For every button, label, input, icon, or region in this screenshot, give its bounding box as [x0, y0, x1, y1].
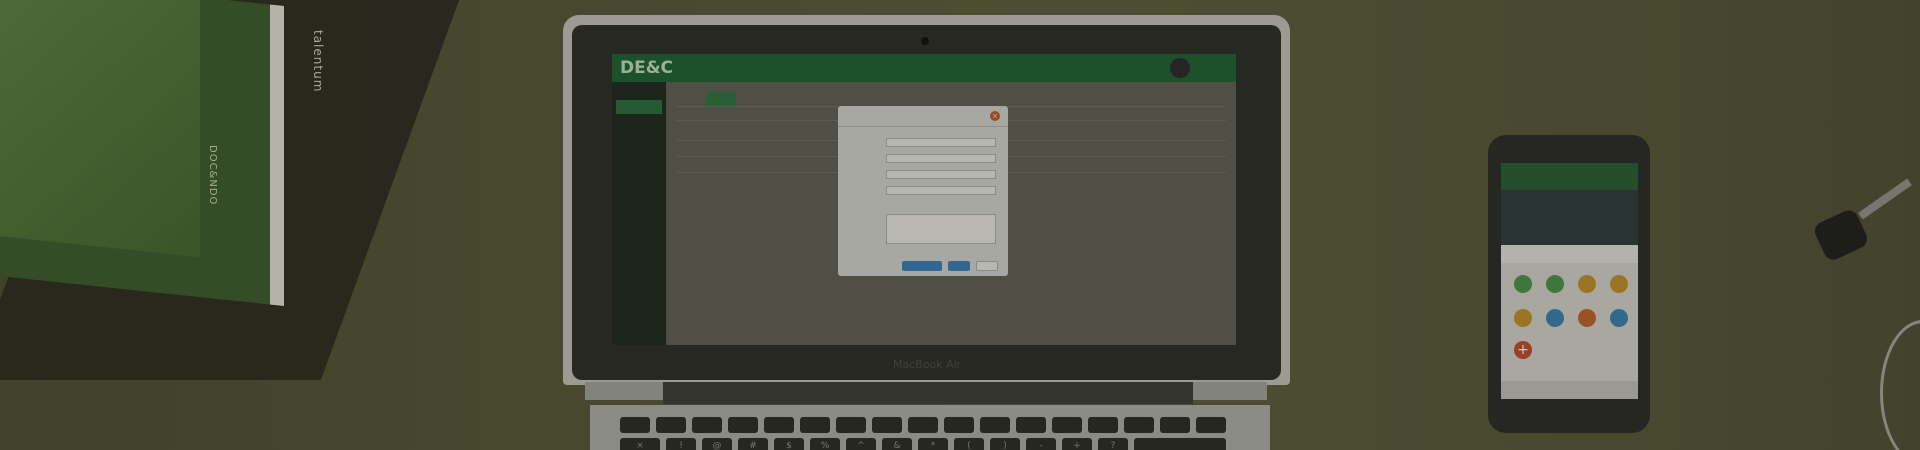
remark-textarea[interactable] [886, 214, 996, 244]
app-icon[interactable] [1546, 275, 1564, 293]
phone-topbar [1501, 163, 1638, 190]
key: ( [954, 438, 984, 450]
key: @ [702, 438, 732, 450]
input-field[interactable] [886, 154, 996, 163]
key: × [620, 438, 660, 450]
scene: talentum DOC&NDO DE&C × MacBook Air × ! … [0, 0, 1920, 450]
laptop-hinge-dark [663, 382, 1193, 404]
key: & [882, 438, 912, 450]
key [1088, 417, 1118, 433]
add-icon[interactable]: + [1514, 341, 1532, 359]
laptop-keyboard: × ! @ # $ % ^ & * ( ) - + ? [590, 405, 1270, 450]
key [620, 417, 650, 433]
app-logo: DE&C [620, 58, 674, 78]
key: % [810, 438, 840, 450]
key [692, 417, 722, 433]
key: ) [990, 438, 1020, 450]
key-blade [1858, 178, 1912, 220]
select-field[interactable] [886, 138, 996, 147]
avatar [1170, 58, 1190, 78]
key [1134, 438, 1226, 450]
app-icon[interactable] [1514, 309, 1532, 327]
phone-screen: + [1501, 163, 1638, 399]
app-icon[interactable] [1610, 275, 1628, 293]
key: ^ [846, 438, 876, 450]
sidebar-item [616, 144, 662, 154]
tab-bar [676, 92, 1226, 107]
key [800, 417, 830, 433]
key: $ [774, 438, 804, 450]
key [872, 417, 902, 433]
laptop-brand: MacBook Air [893, 358, 962, 371]
app-icon[interactable] [1578, 309, 1596, 327]
key [1016, 417, 1046, 433]
app-icon[interactable] [1514, 275, 1532, 293]
app-icon[interactable] [1546, 309, 1564, 327]
tab-active [706, 92, 736, 106]
key [1052, 417, 1082, 433]
key [836, 417, 866, 433]
app-icon[interactable] [1610, 309, 1628, 327]
key: # [738, 438, 768, 450]
phone-bottom-nav [1501, 381, 1638, 399]
sidebar-item-active [616, 100, 662, 114]
key [656, 417, 686, 433]
key [1160, 417, 1190, 433]
key: ? [1098, 438, 1128, 450]
key [1124, 417, 1154, 433]
key: - [1026, 438, 1056, 450]
key: + [1062, 438, 1092, 450]
app-icon[interactable] [1578, 275, 1596, 293]
book-label: talentum [311, 30, 325, 93]
close-icon[interactable]: × [990, 111, 1000, 121]
key [908, 417, 938, 433]
key: * [918, 438, 948, 450]
select-field[interactable] [886, 186, 996, 195]
app-topbar: DE&C [612, 54, 1236, 82]
phone-banner [1501, 190, 1638, 245]
app-sidebar [612, 82, 666, 345]
webcam-icon [921, 37, 929, 45]
book-green [0, 0, 284, 306]
key [1196, 417, 1226, 433]
select-field[interactable] [886, 170, 996, 179]
key [764, 417, 794, 433]
key [980, 417, 1010, 433]
cancel-button[interactable] [976, 261, 998, 271]
key [944, 417, 974, 433]
book-spine-label: DOC&NDO [207, 145, 218, 206]
confirm-button[interactable] [902, 261, 942, 271]
sidebar-item [616, 124, 662, 134]
sidebar-item [616, 164, 662, 174]
save-button[interactable] [948, 261, 970, 271]
key: ! [666, 438, 696, 450]
key [728, 417, 758, 433]
cable [1880, 320, 1920, 450]
modal-dialog: × [838, 106, 1008, 276]
phone-stats-row [1501, 245, 1638, 263]
